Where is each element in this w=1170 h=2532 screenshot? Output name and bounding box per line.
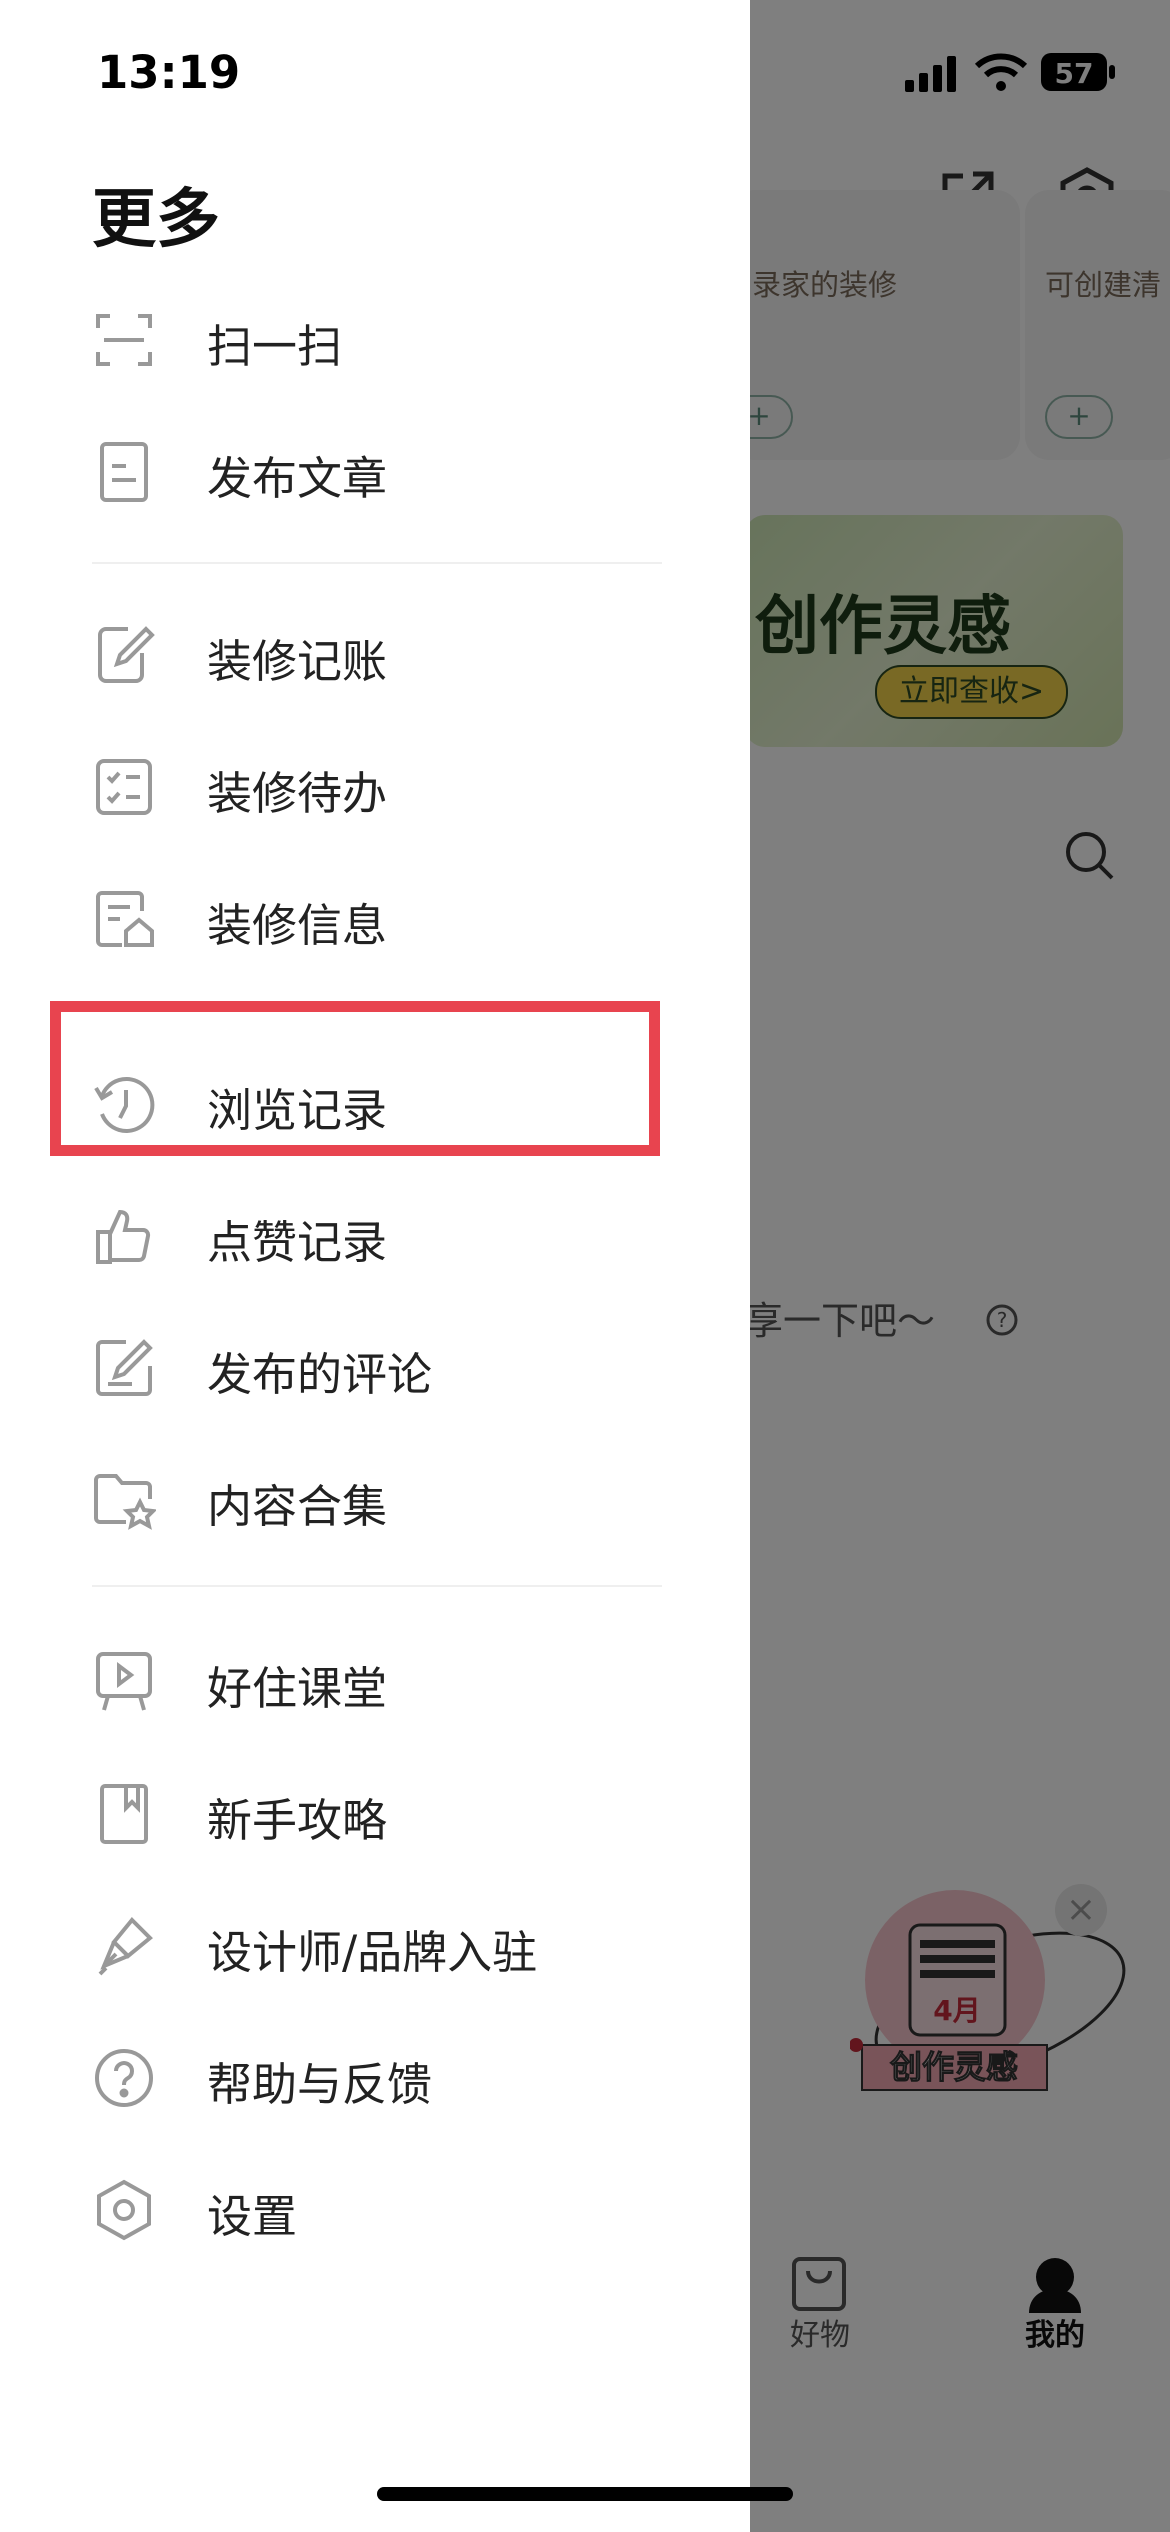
house-doc-icon — [92, 887, 156, 951]
menu-item-expense[interactable]: 装修记账 — [0, 603, 750, 703]
menu-item-likes[interactable]: 点赞记录 — [0, 1184, 750, 1284]
menu-item-guide[interactable]: 新手攻略 — [0, 1762, 750, 1862]
menu-item-todo[interactable]: 装修待办 — [0, 735, 750, 835]
menu-label-join: 设计师/品牌入驻 — [207, 1926, 538, 1979]
more-drawer: 13:19 更多 扫一扫 发布文章 装修记账 装修待办 装修信息 浏览记录 点赞… — [0, 0, 750, 2532]
menu-label-collections: 内容合集 — [207, 1480, 388, 1533]
bookmark-book-icon — [92, 1782, 156, 1846]
settings-hex-icon — [92, 2178, 156, 2242]
menu-item-scan[interactable]: 扫一扫 — [0, 288, 750, 388]
menu-item-help[interactable]: 帮助与反馈 — [0, 2026, 750, 2126]
drawer-title: 更多 — [92, 183, 220, 257]
menu-label-comments: 发布的评论 — [207, 1348, 433, 1401]
menu-label-publish-article: 发布文章 — [207, 452, 388, 505]
menu-label-scan: 扫一扫 — [207, 320, 343, 373]
menu-label-expense: 装修记账 — [207, 635, 388, 688]
menu-item-settings[interactable]: 设置 — [0, 2158, 750, 2258]
menu-label-todo: 装修待办 — [207, 767, 388, 820]
menu-label-info: 装修信息 — [207, 899, 388, 952]
menu-item-join[interactable]: 设计师/品牌入驻 — [0, 1894, 750, 1994]
menu-label-guide: 新手攻略 — [207, 1794, 388, 1847]
menu-item-info[interactable]: 装修信息 — [0, 867, 750, 967]
menu-label-likes: 点赞记录 — [207, 1216, 388, 1269]
fountain-pen-icon — [92, 1914, 156, 1978]
edit-note-icon — [92, 623, 156, 687]
home-indicator[interactable] — [377, 2487, 793, 2501]
video-board-icon — [92, 1650, 156, 1714]
pen-square-icon — [92, 1336, 156, 1400]
status-time: 13:19 — [97, 46, 241, 99]
menu-item-publish-article[interactable]: 发布文章 — [0, 420, 750, 520]
divider — [92, 1585, 662, 1587]
menu-item-collections[interactable]: 内容合集 — [0, 1448, 750, 1548]
menu-label-classroom: 好住课堂 — [207, 1662, 388, 1715]
menu-item-classroom[interactable]: 好住课堂 — [0, 1630, 750, 1730]
menu-item-comments[interactable]: 发布的评论 — [0, 1316, 750, 1416]
help-icon — [92, 2046, 156, 2110]
thumbs-up-icon — [92, 1204, 156, 1268]
folder-star-icon — [92, 1468, 156, 1532]
checklist-icon — [92, 755, 156, 819]
menu-label-settings: 设置 — [207, 2190, 298, 2243]
document-icon — [92, 440, 156, 504]
highlight-box — [50, 1001, 660, 1156]
scan-icon — [92, 308, 156, 372]
divider — [92, 562, 662, 564]
menu-label-help: 帮助与反馈 — [207, 2058, 433, 2111]
